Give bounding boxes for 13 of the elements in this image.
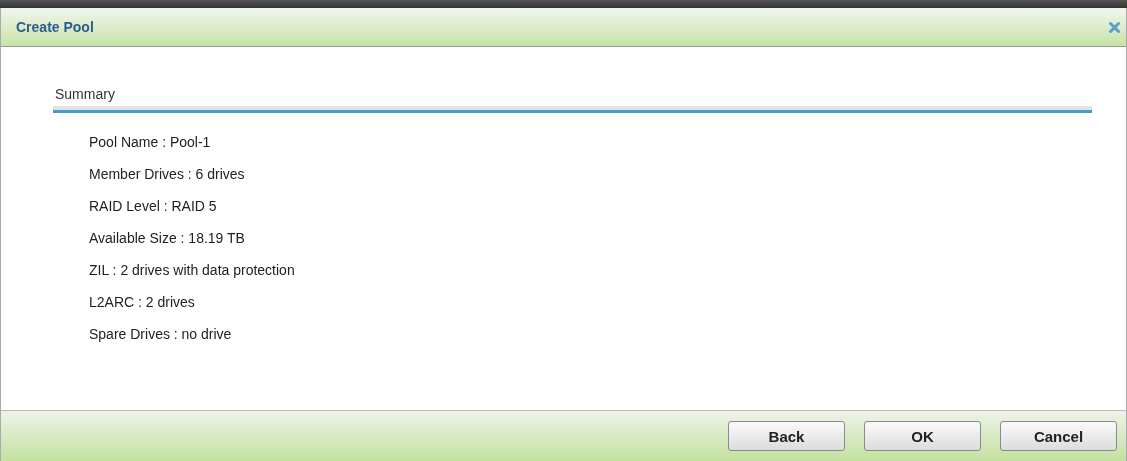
window-title: Create Pool — [16, 19, 94, 35]
summary-line: L2ARC : 2 drives — [89, 293, 196, 311]
summary-line: RAID Level : RAID 5 — [89, 197, 218, 215]
section-title: Summary — [54, 86, 115, 102]
back-button[interactable]: Back — [728, 421, 845, 451]
summary-line: Available Size : 18.19 TB — [89, 229, 246, 247]
ok-button[interactable]: OK — [864, 421, 981, 451]
summary-line: Member Drives : 6 drives — [89, 165, 246, 183]
summary-line: Spare Drives : no drive — [89, 325, 233, 343]
summary-line: Pool Name : Pool-1 — [89, 133, 212, 151]
summary-line: ZIL : 2 drives with data protection — [89, 261, 296, 279]
close-icon[interactable] — [1109, 21, 1120, 33]
cancel-button[interactable]: Cancel — [1000, 421, 1117, 451]
